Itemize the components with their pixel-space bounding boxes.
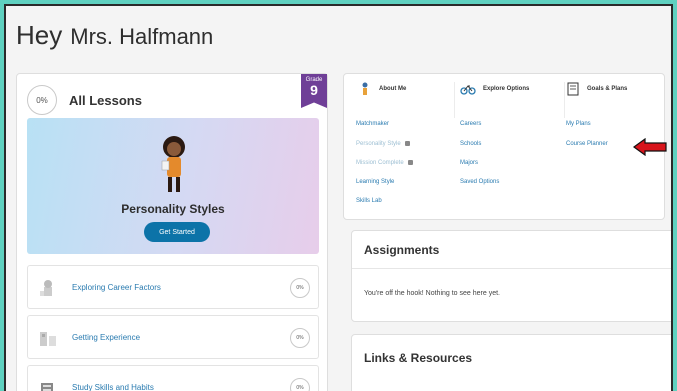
skills-lab-link[interactable]: Skills Lab: [356, 198, 382, 204]
goals-plans-label: Goals & Plans: [587, 86, 628, 92]
lessons-panel: 0% All Lessons Grade 9 Personality Style…: [16, 73, 328, 391]
lesson-label[interactable]: Exploring Career Factors: [72, 283, 161, 292]
greeting-heading: Hey Mrs. Halfmann: [16, 20, 213, 51]
navigation-panel: About Me Explore Options Goals & Plans M…: [343, 73, 667, 220]
grade-value: 9: [310, 82, 318, 98]
careers-link[interactable]: Careers: [460, 121, 481, 127]
about-me-label: About Me: [379, 86, 407, 92]
lesson-row[interactable]: Study Skills and Habits 0%: [27, 365, 319, 391]
featured-lesson-card: Personality Styles Get Started: [27, 118, 319, 254]
career-factors-icon: [40, 280, 52, 296]
lock-icon: [404, 141, 410, 146]
assignments-empty-message: You're off the hook! Nothing to see here…: [364, 290, 500, 297]
assignments-panel: Assignments You're off the hook! Nothing…: [351, 230, 671, 322]
study-skills-icon: [41, 383, 53, 391]
person-icon: [161, 136, 185, 192]
person-icon: [362, 82, 368, 95]
lesson-progress: 0%: [290, 328, 310, 348]
bike-icon: [460, 85, 476, 95]
about-me-heading[interactable]: About Me: [358, 82, 406, 96]
lock-icon: [407, 160, 413, 165]
links-resources-title: Links & Resources: [364, 351, 473, 365]
saved-options-link[interactable]: Saved Options: [460, 179, 499, 185]
goals-plans-heading[interactable]: Goals & Plans: [566, 82, 627, 96]
red-arrow-icon: [633, 138, 667, 156]
learning-style-link[interactable]: Learning Style: [356, 179, 394, 185]
majors-link[interactable]: Majors: [460, 160, 478, 166]
divider: [352, 268, 671, 269]
greeting-hey: Hey: [16, 20, 63, 50]
divider: [564, 82, 565, 118]
experience-icon: [40, 332, 56, 346]
assignments-title: Assignments: [364, 243, 440, 257]
links-resources-panel: Links & Resources: [351, 334, 671, 391]
divider: [454, 82, 455, 118]
lessons-progress-circle: 0%: [27, 85, 57, 115]
mission-complete-link[interactable]: Mission Complete: [356, 160, 413, 166]
matchmaker-link[interactable]: Matchmaker: [356, 121, 389, 127]
grade-badge: Grade 9: [301, 74, 327, 108]
personality-style-link[interactable]: Personality Style: [356, 141, 410, 147]
lesson-row[interactable]: Exploring Career Factors 0%: [27, 265, 319, 309]
all-lessons-title[interactable]: All Lessons: [69, 93, 142, 108]
explore-options-label: Explore Options: [483, 86, 530, 92]
lesson-label[interactable]: Study Skills and Habits: [72, 383, 154, 391]
lesson-row[interactable]: Getting Experience 0%: [27, 315, 319, 359]
app-window: Hey Mrs. Halfmann 0% All Lessons Grade 9 …: [4, 4, 673, 391]
course-planner-link[interactable]: Course Planner: [566, 141, 608, 147]
lesson-label[interactable]: Getting Experience: [72, 333, 140, 342]
lesson-progress: 0%: [290, 378, 310, 391]
get-started-button[interactable]: Get Started: [144, 222, 210, 242]
greeting-name: Mrs. Halfmann: [70, 24, 214, 49]
schools-link[interactable]: Schools: [460, 141, 481, 147]
lesson-progress: 0%: [290, 278, 310, 298]
explore-options-heading[interactable]: Explore Options: [460, 82, 529, 96]
notebook-icon: [567, 82, 579, 96]
my-plans-link[interactable]: My Plans: [566, 121, 591, 127]
featured-lesson-title: Personality Styles: [121, 202, 225, 216]
